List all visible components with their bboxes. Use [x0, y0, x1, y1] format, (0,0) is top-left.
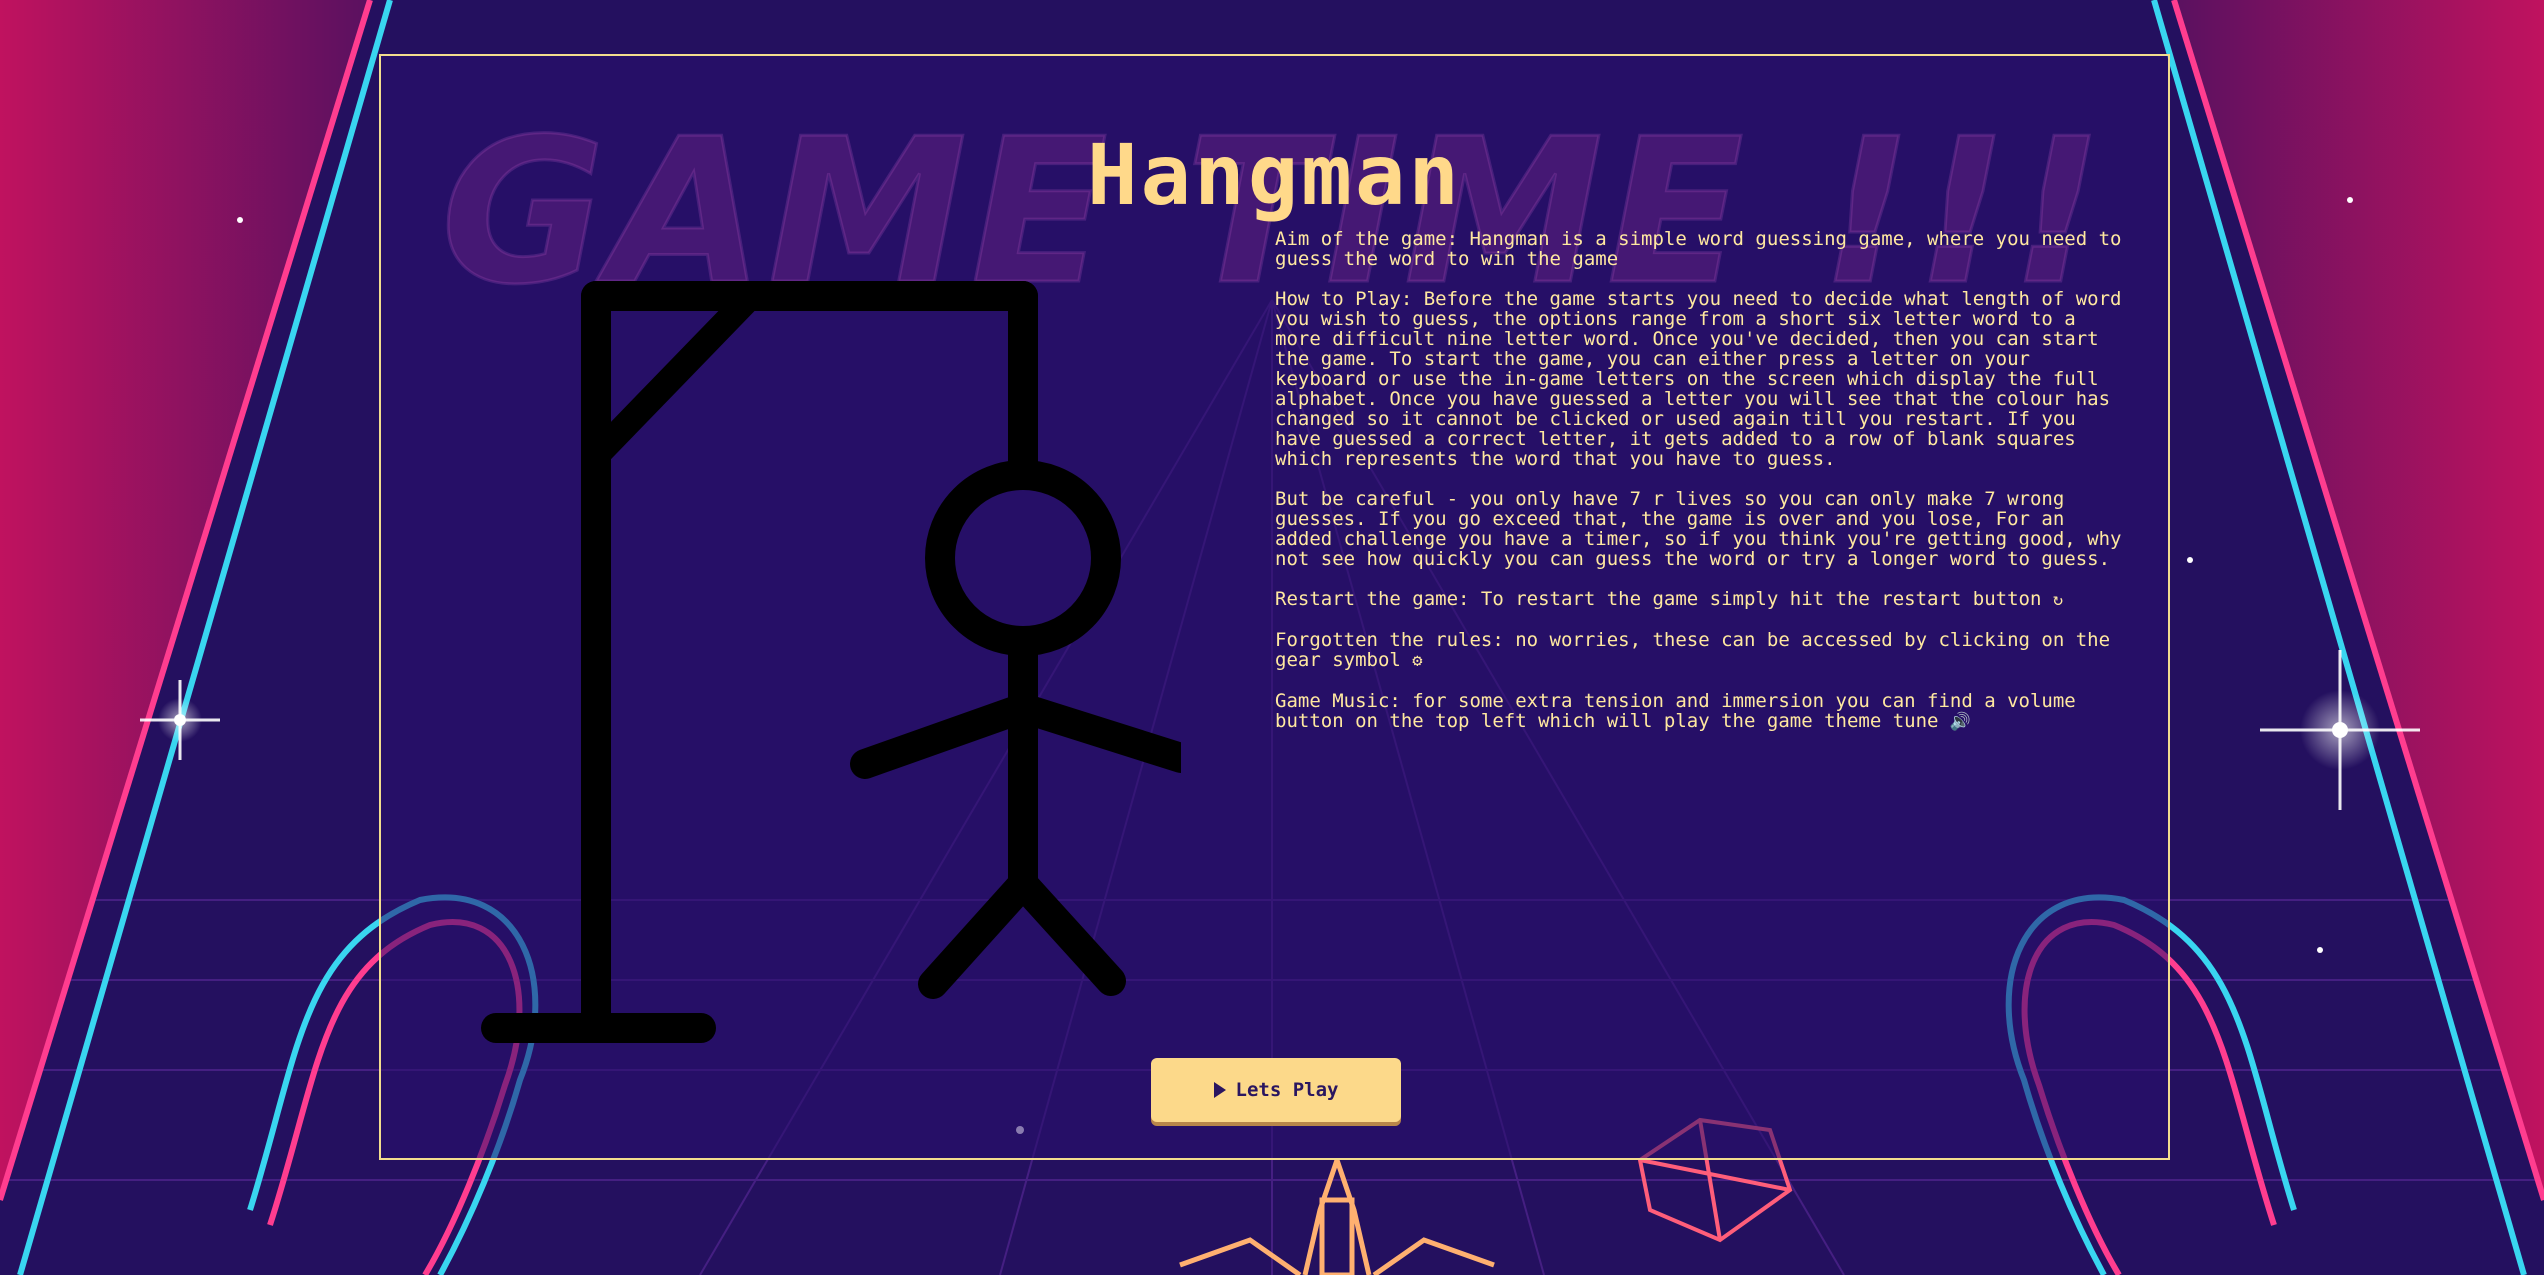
restart-icon: ↻	[2052, 590, 2064, 610]
game-intro-panel: GAME TIME !!! Hangman Aim of the game: H…	[379, 54, 2170, 1160]
rule-aim: Aim of the game: Hangman is a simple wor…	[1275, 228, 2122, 270]
play-icon	[1213, 1082, 1226, 1098]
rule-forgotten: Forgotten the rules: no worries, these c…	[1275, 630, 2125, 671]
hangman-left-leg	[918, 869, 1038, 999]
volume-icon: 🔊	[1949, 712, 1972, 732]
hangman-drawing	[481, 281, 1181, 1043]
rule-restart: Restart the game: To restart the game si…	[1275, 589, 2125, 610]
hangman-right-leg	[1008, 869, 1126, 996]
rule-music: Game Music: for some extra tension and i…	[1275, 691, 2125, 732]
rule-forgotten-text: Forgotten the rules: no worries, these c…	[1275, 629, 2111, 671]
rule-how-to-play: How to Play: Before the game starts you …	[1275, 288, 2122, 470]
lets-play-label: Lets Play	[1235, 1079, 1339, 1101]
hangman-right-arm	[1008, 693, 1181, 773]
rule-careful: But be careful - you only have 7 r lives…	[1275, 488, 2122, 570]
gallows-brace	[583, 283, 764, 469]
game-title: Hangman	[1086, 126, 1462, 224]
lets-play-button[interactable]: Lets Play	[1151, 1058, 1401, 1122]
gear-icon: ⚙	[1412, 651, 1423, 671]
rule-restart-text: Restart the game: To restart the game si…	[1275, 588, 2042, 610]
rules-text: Aim of the game: Hangman is a simple wor…	[1275, 229, 2125, 752]
hangman-head	[925, 460, 1121, 656]
hangman-left-arm	[850, 693, 1038, 779]
